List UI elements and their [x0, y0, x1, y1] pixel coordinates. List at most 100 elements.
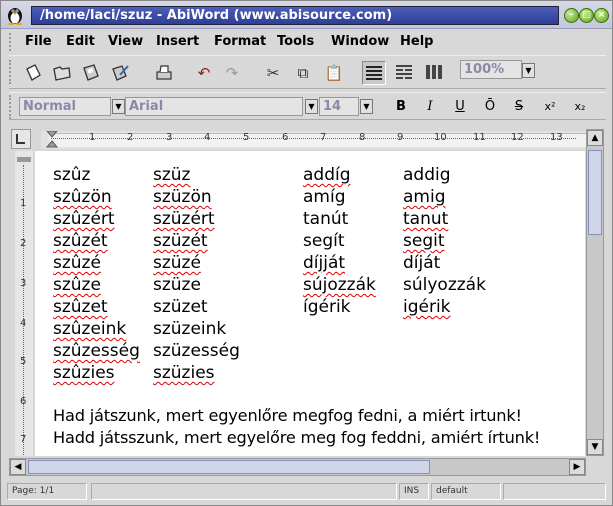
document-word: szüzet — [153, 297, 208, 317]
vruler-number: 1 — [20, 198, 27, 209]
document-word: addíg — [303, 165, 351, 185]
horizontal-ruler[interactable]: 1 2 3 4 5 6 7 8 9 10 11 12 13 — [41, 131, 586, 149]
zoom-select[interactable]: 100% — [460, 60, 522, 79]
overline-button[interactable]: Ō — [479, 97, 501, 117]
format-toolbar: Normal ▼ Arial ▼ 14 ▼ B I U Ō S x² x₂ — [9, 92, 606, 120]
status-bar: Page: 1/1 INS default — [7, 483, 606, 501]
document-word: szüzért — [153, 209, 215, 229]
ruler-number: 3 — [166, 132, 173, 143]
print-icon[interactable] — [152, 61, 176, 85]
font-dropdown-icon[interactable]: ▼ — [305, 99, 318, 114]
scroll-up-icon[interactable]: ▲ — [587, 130, 603, 146]
document-word: segit — [403, 231, 445, 251]
document-word: súlyozzák — [403, 275, 486, 295]
ruler-number: 5 — [243, 132, 250, 143]
align-justify-icon[interactable] — [422, 61, 446, 85]
document-sentence: Had játszunk, mert egyenlőre megfog fedn… — [53, 406, 522, 425]
ruler-number: 2 — [127, 132, 134, 143]
document-word: amig — [403, 187, 446, 207]
new-document-icon[interactable] — [21, 61, 45, 85]
title-bar[interactable]: /home/laci/szuz - AbiWord (www.abisource… — [1, 1, 612, 29]
ruler-number: 12 — [511, 132, 524, 143]
menu-edit[interactable]: Edit — [66, 34, 95, 49]
document-word: szûzet — [53, 297, 108, 317]
align-center-icon[interactable] — [392, 61, 416, 85]
indent-marker-icon[interactable] — [45, 131, 59, 149]
document-page[interactable]: szûz szûzön szûzért szûzét szûzé szûze s… — [35, 151, 585, 456]
zoom-dropdown-icon[interactable]: ▼ — [522, 63, 535, 78]
paste-icon[interactable]: 📋 — [322, 61, 346, 85]
open-folder-icon[interactable] — [50, 61, 74, 85]
font-select[interactable]: Arial — [125, 97, 303, 116]
cut-icon[interactable]: ✂ — [261, 61, 285, 85]
ruler-number: 13 — [550, 132, 563, 143]
ruler-number: 6 — [282, 132, 289, 143]
subscript-button[interactable]: x₂ — [569, 97, 591, 117]
document-word: szüzesség — [153, 341, 240, 361]
horizontal-scrollbar[interactable]: ◀ ▶ — [9, 458, 586, 476]
insert-mode: INS — [399, 483, 429, 500]
close-button[interactable]: × — [594, 8, 609, 23]
menubar-grip[interactable] — [9, 33, 15, 51]
menu-insert[interactable]: Insert — [156, 34, 199, 49]
menu-file[interactable]: File — [25, 34, 52, 49]
toolbar-grip[interactable] — [9, 60, 15, 84]
status-extra — [503, 483, 606, 500]
page-indicator: Page: 1/1 — [7, 483, 87, 500]
redo-icon[interactable]: ↷ — [220, 61, 244, 85]
vertical-scrollbar[interactable]: ▲ ▼ — [586, 129, 604, 456]
format-toolbar-grip[interactable] — [9, 95, 15, 119]
style-select[interactable]: Normal — [19, 97, 111, 116]
document-word: szûzért — [53, 209, 115, 229]
document-word: igérik — [403, 297, 451, 317]
document-word: addig — [403, 165, 451, 185]
standard-toolbar: ↶ ↷ ✂ ⧉ 📋 100% ▼ — [9, 55, 606, 89]
vruler-number: 3 — [20, 278, 27, 289]
bold-button[interactable]: B — [390, 97, 412, 117]
document-word: amíg — [303, 187, 346, 207]
superscript-button[interactable]: x² — [539, 97, 561, 117]
size-dropdown-icon[interactable]: ▼ — [360, 99, 373, 114]
horizontal-scroll-thumb[interactable] — [28, 460, 430, 474]
menu-window[interactable]: Window — [331, 34, 389, 49]
underline-button[interactable]: U — [449, 97, 471, 117]
document-word: díját — [403, 253, 441, 273]
align-left-icon[interactable] — [362, 61, 386, 85]
font-size-select[interactable]: 14 — [319, 97, 359, 116]
top-margin-marker[interactable] — [17, 157, 31, 162]
tab-stop-selector[interactable] — [11, 129, 31, 149]
style-dropdown-icon[interactable]: ▼ — [112, 99, 125, 114]
menu-bar: File Edit View Insert Format Tools Windo… — [9, 31, 606, 53]
maximize-button[interactable]: □ — [579, 8, 594, 23]
menu-help[interactable]: Help — [400, 34, 433, 49]
document-word: segít — [303, 231, 345, 251]
ruler-number: 7 — [320, 132, 327, 143]
scroll-right-icon[interactable]: ▶ — [569, 459, 585, 475]
document-word: szüzön — [153, 187, 212, 207]
save-disk-icon[interactable] — [79, 61, 103, 85]
menu-format[interactable]: Format — [214, 34, 266, 49]
scroll-down-icon[interactable]: ▼ — [587, 439, 603, 455]
status-message — [91, 483, 397, 500]
ruler-number: 10 — [434, 132, 447, 143]
save-as-icon[interactable] — [108, 61, 132, 85]
menu-tools[interactable]: Tools — [277, 34, 314, 49]
document-word: szûze — [53, 275, 101, 295]
undo-icon[interactable]: ↶ — [192, 61, 216, 85]
tux-icon[interactable] — [5, 5, 25, 25]
menu-view[interactable]: View — [108, 34, 143, 49]
ruler-number: 8 — [359, 132, 366, 143]
vruler-number: 6 — [20, 396, 27, 407]
strikethrough-button[interactable]: S — [508, 97, 530, 117]
minimize-button[interactable]: – — [564, 8, 579, 23]
vertical-ruler[interactable]: 1 2 3 4 5 6 7 — [15, 151, 33, 456]
vruler-number: 5 — [20, 356, 27, 367]
document-word: szûzé — [53, 253, 101, 273]
italic-button[interactable]: I — [419, 97, 441, 117]
scroll-left-icon[interactable]: ◀ — [10, 459, 26, 475]
window-title: /home/laci/szuz - AbiWord (www.abisource… — [31, 6, 559, 25]
document-word: tanut — [403, 209, 449, 229]
copy-icon[interactable]: ⧉ — [291, 61, 315, 85]
vertical-scroll-thumb[interactable] — [588, 150, 602, 235]
document-word: szüzé — [153, 253, 201, 273]
